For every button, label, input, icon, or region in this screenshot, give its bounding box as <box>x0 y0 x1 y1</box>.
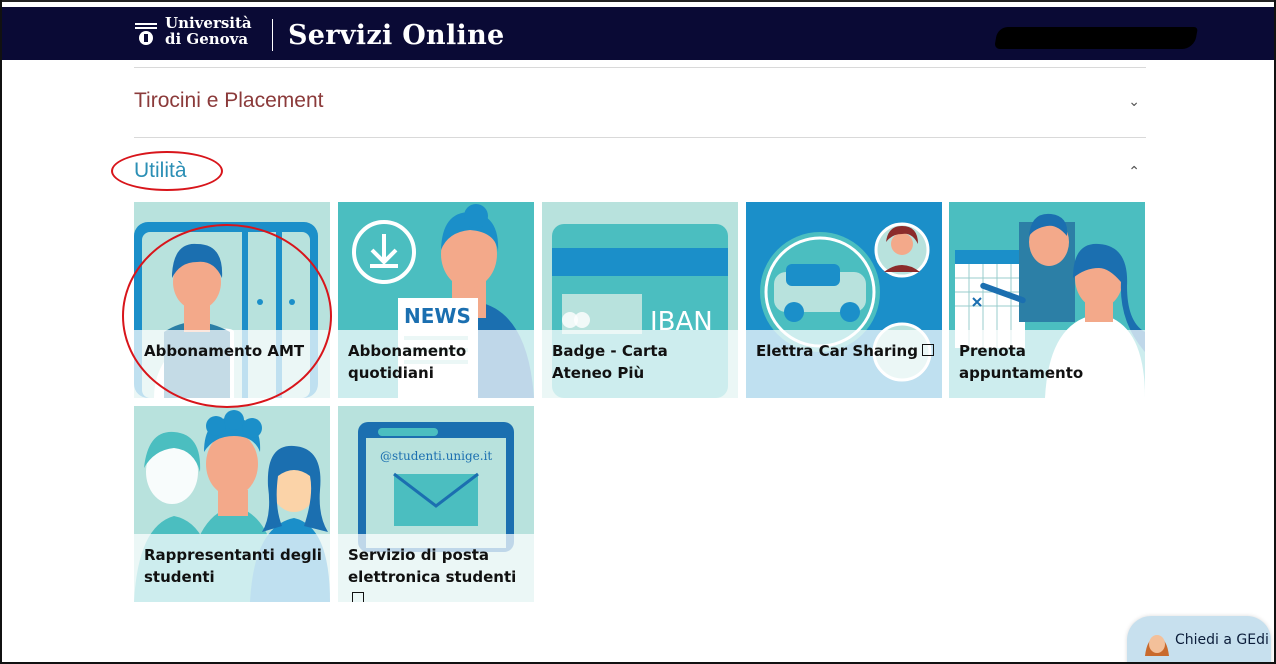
assistant-avatar-icon <box>1142 627 1172 657</box>
logo-line-1: Università <box>165 14 252 32</box>
tile-label[interactable]: Rappresentanti degli studenti <box>144 544 324 588</box>
tile-prenota-appuntamento[interactable]: Prenota appuntamento <box>949 202 1145 398</box>
accordion-title[interactable]: Utilità <box>134 159 187 183</box>
tile-label[interactable]: Abbonamento AMT <box>144 340 324 362</box>
tile-label[interactable]: Prenota appuntamento <box>959 340 1139 384</box>
tile-label[interactable]: Elettra Car Sharing <box>756 340 936 362</box>
accordion-utilita[interactable]: Utilità ⌃ <box>134 138 1146 202</box>
logo-divider <box>272 19 273 51</box>
site-title[interactable]: Servizi Online <box>288 20 505 51</box>
chat-gedi-button[interactable]: Chiedi a GEdi <box>1127 616 1271 664</box>
tile-label-text: Servizio di posta elettronica studenti <box>348 546 517 586</box>
redacted-user-area <box>994 27 1198 49</box>
window-top-edge <box>0 0 1276 7</box>
tile-label[interactable]: Servizio di posta elettronica studenti <box>348 544 528 602</box>
tile-label[interactable]: Abbonamento quotidiani <box>348 340 528 384</box>
university-crest-icon[interactable] <box>133 22 159 46</box>
tile-abbonamento-amt[interactable]: Abbonamento AMT <box>134 202 330 398</box>
tile-rappresentanti-degli-studenti[interactable]: Rappresentanti degli studenti <box>134 406 330 602</box>
chevron-down-icon[interactable]: ⌄ <box>1128 94 1140 110</box>
accordion-title[interactable]: Tirocini e Placement <box>134 89 323 113</box>
chat-label: Chiedi a GEdi <box>1175 632 1269 648</box>
site-header: Università di Genova Servizi Online <box>0 7 1276 60</box>
accordion-tirocini-placement[interactable]: Tirocini e Placement ⌄ <box>134 68 1146 138</box>
external-link-icon <box>921 344 934 356</box>
tile-badge-carta-ateneo-piu[interactable]: IBAN Badge - Carta Ateneo Più <box>542 202 738 398</box>
chevron-up-icon[interactable]: ⌃ <box>1128 164 1140 180</box>
tile-label[interactable]: Badge - Carta Ateneo Più <box>552 340 732 384</box>
email-domain-text: @studenti.unige.it <box>380 449 492 463</box>
tile-abbonamento-quotidiani[interactable]: NEWS Abbonamento quotidiani <box>338 202 534 398</box>
tile-label-text: Elettra Car Sharing <box>756 342 918 360</box>
logo-line-2: di Genova <box>165 30 249 48</box>
tile-servizio-posta-elettronica[interactable]: @studenti.unige.it Servizio di posta ele… <box>338 406 534 602</box>
university-logo-text[interactable]: Università di Genova <box>165 15 252 47</box>
news-illustration-text: NEWS <box>404 304 471 328</box>
external-link-icon <box>352 592 364 602</box>
tile-elettra-car-sharing[interactable]: Elettra Car Sharing <box>746 202 942 398</box>
